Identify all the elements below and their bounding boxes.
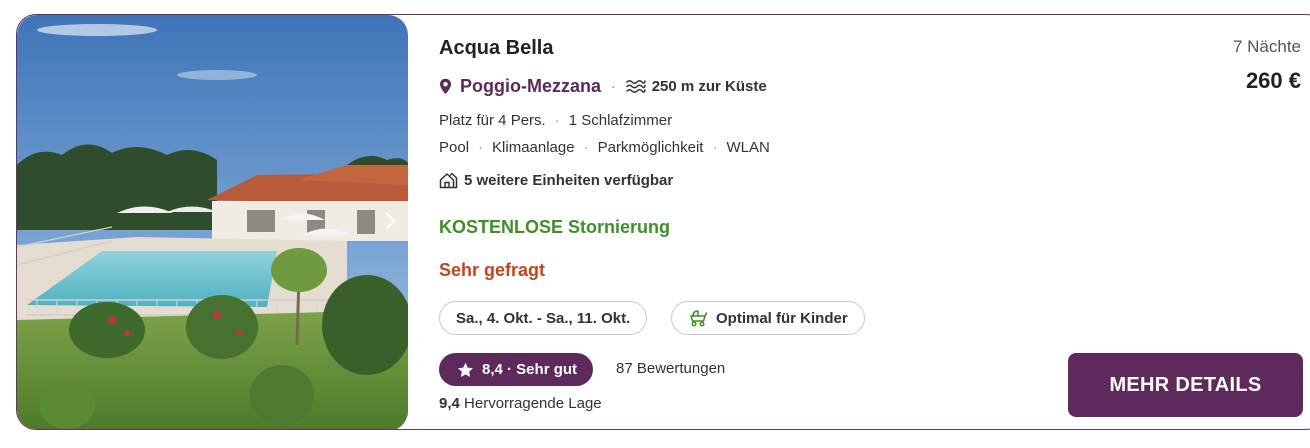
location-name[interactable]: Poggio-Mezzana xyxy=(460,76,601,97)
more-units-text: 5 weitere Einheiten verfügbar xyxy=(464,172,674,189)
rating-badge[interactable]: 8,4 · Sehr gut xyxy=(439,353,594,386)
free-cancellation-label: KOSTENLOSE Stornierung xyxy=(439,217,671,237)
location-score: 9,4 Hervorragende Lage xyxy=(439,395,602,412)
separator-dot: · xyxy=(554,112,560,129)
location-row: Poggio-Mezzana · 250 m zur Küste xyxy=(439,75,767,97)
photo-next-button[interactable] xyxy=(377,207,405,235)
reviews-count[interactable]: 87 Bewertungen xyxy=(616,360,725,377)
listing-photo[interactable] xyxy=(17,15,408,429)
kids-chip[interactable]: Optimal für Kinder xyxy=(671,301,865,335)
location-score-label: Hervorragende Lage xyxy=(464,395,602,412)
popularity-label: Sehr gefragt xyxy=(439,260,546,280)
amenity-wifi: WLAN xyxy=(726,139,770,156)
listing-title[interactable]: Acqua Bella xyxy=(439,37,553,60)
more-details-button[interactable]: MEHR DETAILS xyxy=(1068,353,1303,417)
price-label: 260 € xyxy=(1245,68,1301,93)
dates-chip[interactable]: Sa., 4. Okt. - Sa., 11. Okt. xyxy=(439,301,648,335)
listing-details: Acqua Bella Poggio-Mezzana · 250 m zur K… xyxy=(439,15,1310,429)
separator-dot: · xyxy=(478,139,484,156)
more-units-row[interactable]: 5 weitere Einheiten verfügbar xyxy=(439,172,673,189)
coast-distance: 250 m zur Küste xyxy=(651,77,767,95)
separator-dot: · xyxy=(583,139,589,156)
baby-stroller-icon xyxy=(690,310,708,327)
amenity-aircon: Klimaanlage xyxy=(492,139,575,156)
location-score-value: 9,4 xyxy=(439,395,460,412)
star-icon xyxy=(458,362,473,377)
amenity-pool: Pool xyxy=(439,139,470,156)
bedrooms-text: 1 Schlafzimmer xyxy=(568,112,673,129)
amenities-row: Pool · Klimaanlage · Parkmöglichkeit · W… xyxy=(439,139,770,156)
amenity-parking: Parkmöglichkeit xyxy=(597,139,704,156)
separator-dot: · xyxy=(611,78,616,94)
pool-photo-image xyxy=(17,15,408,429)
rating-text: 8,4 · Sehr gut xyxy=(482,361,578,378)
map-pin-icon xyxy=(440,78,451,94)
chevron-right-icon xyxy=(385,212,396,230)
listing-card[interactable]: Acqua Bella Poggio-Mezzana · 250 m zur K… xyxy=(16,14,1310,430)
house-icon xyxy=(439,172,458,189)
nights-label: 7 Nächte xyxy=(1232,37,1301,56)
dates-text: Sa., 4. Okt. - Sa., 11. Okt. xyxy=(456,309,631,327)
capacity-row: Platz für 4 Pers. · 1 Schlafzimmer xyxy=(439,112,672,129)
kids-text: Optimal für Kinder xyxy=(716,309,848,327)
separator-dot: · xyxy=(712,139,718,156)
waves-icon xyxy=(625,80,646,93)
capacity-text: Platz für 4 Pers. xyxy=(439,112,546,129)
